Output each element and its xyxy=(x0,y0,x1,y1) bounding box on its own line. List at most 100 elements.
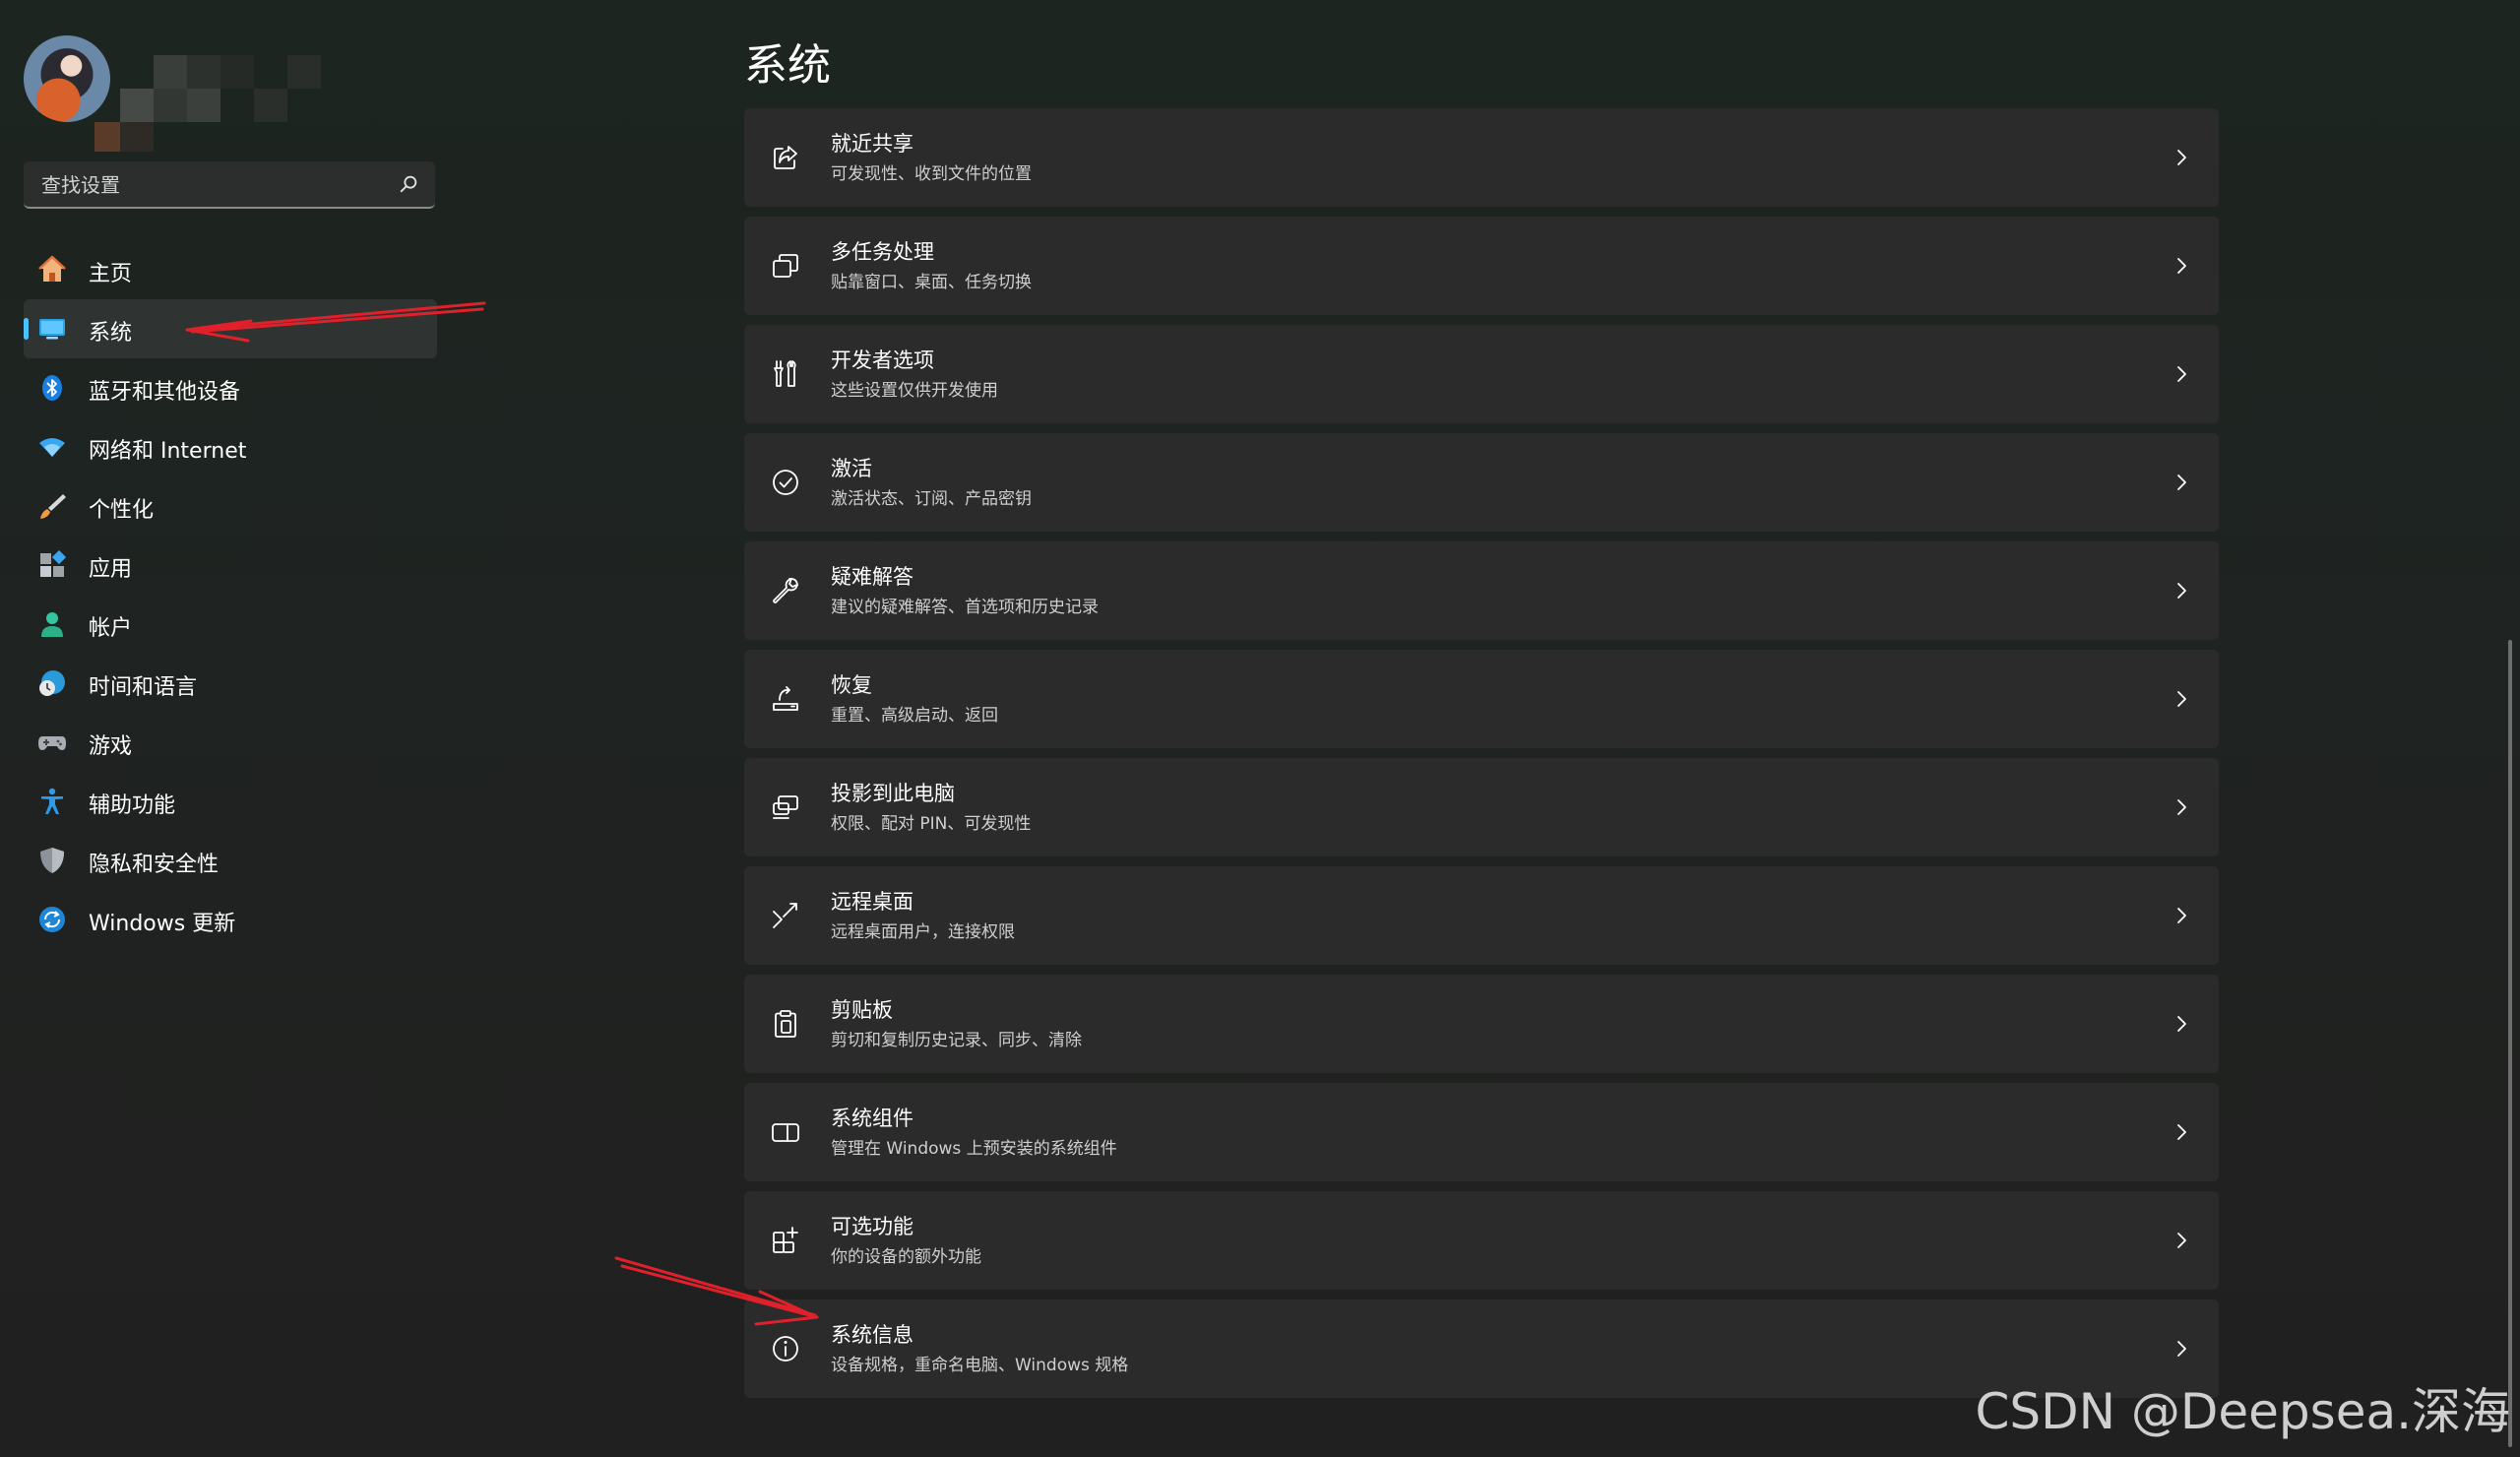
sidebar-item-network[interactable]: 网络和 Internet xyxy=(24,417,437,476)
brush-icon xyxy=(40,494,66,519)
person-icon xyxy=(41,612,63,637)
chevron-right-icon xyxy=(2177,691,2186,707)
sidebar-item-gaming[interactable]: 游戏 xyxy=(24,713,437,772)
chevron-right-icon xyxy=(2177,1233,2186,1248)
setting-description: 剪切和复制历史记录、同步、清除 xyxy=(831,1031,1082,1050)
setting-developer-options[interactable]: 开发者选项 这些设置仅供开发使用 xyxy=(744,325,2219,423)
sidebar: 主页 系统 蓝牙和其他设备 网络和 Internet xyxy=(0,0,453,1457)
share-icon xyxy=(774,146,797,169)
setting-description: 这些设置仅供开发使用 xyxy=(831,381,998,401)
add-apps-icon xyxy=(773,1227,798,1253)
chevron-right-icon xyxy=(2177,475,2186,490)
sync-icon xyxy=(39,907,65,932)
setting-title: 剪贴板 xyxy=(831,998,893,1022)
multitask-icon xyxy=(773,254,798,278)
setting-description: 管理在 Windows 上预安装的系统组件 xyxy=(831,1139,1117,1159)
setting-description: 权限、配对 PIN、可发现性 xyxy=(831,814,1032,834)
remote-desktop-icon xyxy=(773,903,797,928)
setting-multitasking[interactable]: 多任务处理 贴靠窗口、桌面、任务切换 xyxy=(744,217,2219,315)
settings-list: 就近共享 可发现性、收到文件的位置 多任务处理 贴靠窗口、桌面、任务切换 开发者… xyxy=(744,108,2219,1408)
home-icon xyxy=(38,255,66,282)
sidebar-item-apps[interactable]: 应用 xyxy=(24,536,437,595)
sidebar-item-label: 帐户 xyxy=(89,616,133,641)
chevron-right-icon xyxy=(2177,1124,2186,1140)
components-icon xyxy=(772,1123,799,1142)
sidebar-item-privacy[interactable]: 隐私和安全性 xyxy=(24,831,437,890)
watermark: CSDN @Deepsea.深海 xyxy=(1975,1383,2510,1440)
setting-recovery[interactable]: 恢复 重置、高级启动、返回 xyxy=(744,650,2219,748)
chevron-right-icon xyxy=(2177,583,2186,599)
setting-activation[interactable]: 激活 激活状态、订阅、产品密钥 xyxy=(744,433,2219,532)
sidebar-item-label: 辅助功能 xyxy=(89,793,176,818)
setting-description: 设备规格，重命名电脑、Windows 规格 xyxy=(831,1356,1129,1375)
setting-title: 开发者选项 xyxy=(831,348,934,372)
check-circle-icon xyxy=(773,470,798,495)
info-icon xyxy=(773,1336,798,1362)
setting-title: 系统信息 xyxy=(831,1323,914,1347)
sidebar-item-label: 个性化 xyxy=(89,498,155,523)
setting-troubleshoot[interactable]: 疑难解答 建议的疑难解答、首选项和历史记录 xyxy=(744,541,2219,640)
scrollbar[interactable] xyxy=(2508,640,2512,1447)
sidebar-item-system[interactable]: 系统 xyxy=(24,299,437,358)
setting-description: 可发现性、收到文件的位置 xyxy=(831,164,1032,184)
clipboard-icon xyxy=(775,1010,796,1038)
wifi-icon xyxy=(39,438,65,457)
search-box[interactable] xyxy=(24,161,435,209)
chevron-right-icon xyxy=(2177,366,2186,382)
setting-description: 贴靠窗口、桌面、任务切换 xyxy=(831,273,1032,292)
sidebar-item-label: 蓝牙和其他设备 xyxy=(89,380,241,405)
setting-title: 多任务处理 xyxy=(831,240,934,264)
monitor-icon xyxy=(39,319,65,340)
setting-description: 建议的疑难解答、首选项和历史记录 xyxy=(831,598,1099,617)
sidebar-item-label: 主页 xyxy=(89,262,133,286)
sidebar-item-windows-update[interactable]: Windows 更新 xyxy=(24,890,437,949)
sidebar-item-label: Windows 更新 xyxy=(89,912,236,936)
setting-clipboard[interactable]: 剪贴板 剪切和复制历史记录、同步、清除 xyxy=(744,975,2219,1073)
search-input[interactable] xyxy=(39,161,378,209)
sidebar-item-label: 系统 xyxy=(89,321,133,346)
accessibility-icon xyxy=(41,788,63,814)
sidebar-item-label: 应用 xyxy=(89,557,133,582)
chevron-right-icon xyxy=(2177,1341,2186,1357)
setting-nearby-sharing[interactable]: 就近共享 可发现性、收到文件的位置 xyxy=(744,108,2219,207)
user-profile[interactable] xyxy=(24,35,358,152)
sidebar-item-time-language[interactable]: 时间和语言 xyxy=(24,654,437,713)
sidebar-item-home[interactable]: 主页 xyxy=(24,240,437,299)
setting-title: 远程桌面 xyxy=(831,890,914,914)
sidebar-item-accessibility[interactable]: 辅助功能 xyxy=(24,772,437,831)
gamepad-icon xyxy=(38,736,66,750)
setting-title: 可选功能 xyxy=(831,1215,914,1238)
setting-title: 系统组件 xyxy=(831,1107,914,1130)
sidebar-item-label: 时间和语言 xyxy=(89,675,198,700)
chevron-right-icon xyxy=(2177,799,2186,815)
setting-title: 疑难解答 xyxy=(831,565,914,589)
setting-title: 恢复 xyxy=(831,673,872,697)
setting-system-components[interactable]: 系统组件 管理在 Windows 上预安装的系统组件 xyxy=(744,1083,2219,1181)
sidebar-item-label: 网络和 Internet xyxy=(89,439,247,464)
recovery-icon xyxy=(773,686,798,711)
sidebar-item-bluetooth[interactable]: 蓝牙和其他设备 xyxy=(24,358,437,417)
setting-description: 激活状态、订阅、产品密钥 xyxy=(831,489,1032,509)
developer-tools-icon xyxy=(774,360,796,387)
sidebar-item-personalization[interactable]: 个性化 xyxy=(24,476,437,536)
chevron-right-icon xyxy=(2177,908,2186,923)
setting-title: 就近共享 xyxy=(831,132,914,156)
setting-remote-desktop[interactable]: 远程桌面 远程桌面用户，连接权限 xyxy=(744,866,2219,965)
chevron-right-icon xyxy=(2177,258,2186,274)
bluetooth-icon xyxy=(42,375,62,401)
apps-icon xyxy=(40,550,67,577)
setting-description: 你的设备的额外功能 xyxy=(831,1247,981,1267)
setting-optional-features[interactable]: 可选功能 你的设备的额外功能 xyxy=(744,1191,2219,1290)
setting-description: 远程桌面用户，连接权限 xyxy=(831,922,1015,942)
sidebar-item-accounts[interactable]: 帐户 xyxy=(24,595,437,654)
setting-title: 激活 xyxy=(831,457,872,480)
setting-description: 重置、高级启动、返回 xyxy=(831,706,998,726)
chevron-right-icon xyxy=(2177,150,2186,165)
chevron-right-icon xyxy=(2177,1016,2186,1032)
search-icon[interactable] xyxy=(398,173,419,195)
shield-icon xyxy=(40,848,64,873)
setting-project-to-pc[interactable]: 投影到此电脑 权限、配对 PIN、可发现性 xyxy=(744,758,2219,856)
sidebar-item-label: 游戏 xyxy=(89,734,133,759)
wrench-icon xyxy=(773,577,798,603)
setting-title: 投影到此电脑 xyxy=(831,782,955,805)
